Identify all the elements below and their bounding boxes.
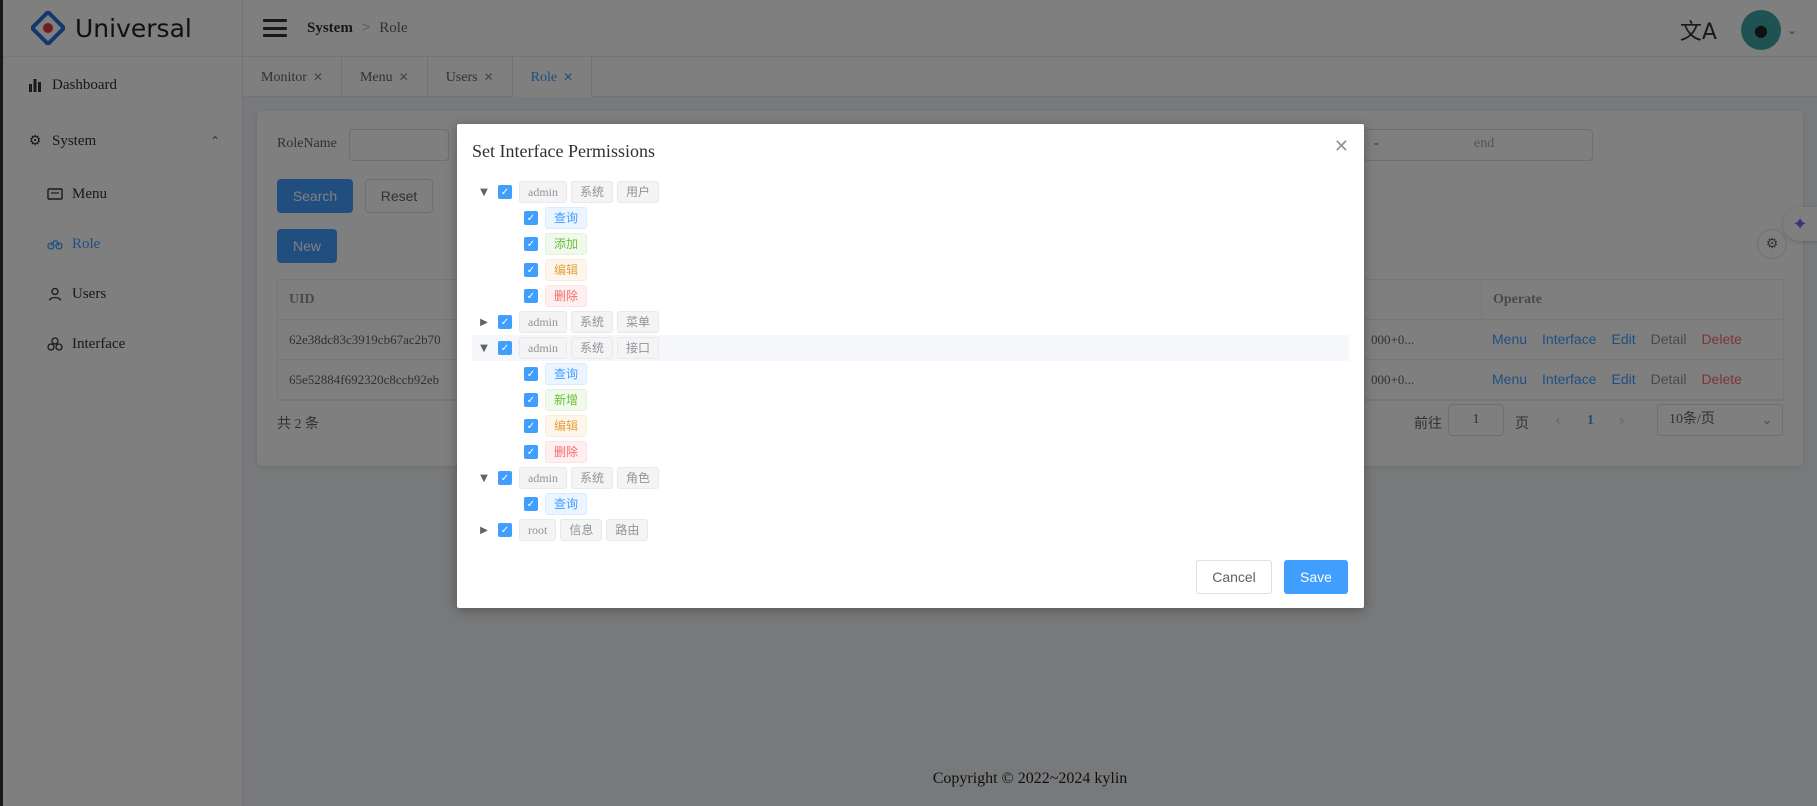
- checkbox-checked[interactable]: ✓: [498, 523, 512, 537]
- tree-node[interactable]: ▶ ✓ admin 系统 菜单: [472, 309, 1349, 335]
- tag: admin: [519, 467, 567, 489]
- tag: 编辑: [545, 415, 588, 437]
- tree-leaf[interactable]: ✓ 编辑: [472, 257, 1349, 283]
- caret-right-icon[interactable]: ▶: [476, 317, 492, 328]
- checkbox-checked[interactable]: ✓: [524, 211, 538, 225]
- tag: 菜单: [617, 311, 660, 333]
- checkbox-checked[interactable]: ✓: [524, 419, 538, 433]
- tag: 系统: [571, 311, 614, 333]
- tag: 添加: [545, 233, 588, 255]
- close-icon[interactable]: ✕: [1334, 136, 1349, 157]
- tag: 查询: [545, 363, 588, 385]
- tag: 删除: [545, 441, 588, 463]
- tag: admin: [519, 181, 567, 203]
- checkbox-checked[interactable]: ✓: [498, 471, 512, 485]
- checkbox-checked[interactable]: ✓: [524, 237, 538, 251]
- tag: 查询: [545, 207, 588, 229]
- tree-leaf[interactable]: ✓ 添加: [472, 231, 1349, 257]
- tag: 系统: [571, 337, 614, 359]
- checkbox-checked[interactable]: ✓: [498, 341, 512, 355]
- tag: 信息: [560, 519, 603, 541]
- caret-right-icon[interactable]: ▶: [476, 525, 492, 536]
- tree-leaf[interactable]: ✓ 查询: [472, 205, 1349, 231]
- caret-down-icon[interactable]: ▼: [476, 473, 492, 484]
- tree-leaf[interactable]: ✓ 新增: [472, 387, 1349, 413]
- permission-tree: ▼ ✓ admin 系统 用户 ✓ 查询 ✓ 添加 ✓ 编辑 ✓ 删除 ▶ ✓ …: [472, 179, 1349, 543]
- tag: 编辑: [545, 259, 588, 281]
- tree-leaf[interactable]: ✓ 查询: [472, 361, 1349, 387]
- tag: 新增: [545, 389, 588, 411]
- tag: 角色: [617, 467, 660, 489]
- tag: 删除: [545, 285, 588, 307]
- checkbox-checked[interactable]: ✓: [524, 393, 538, 407]
- tag: admin: [519, 337, 567, 359]
- cancel-button[interactable]: Cancel: [1196, 560, 1272, 594]
- tag: 系统: [571, 181, 614, 203]
- checkbox-checked[interactable]: ✓: [498, 315, 512, 329]
- checkbox-checked[interactable]: ✓: [524, 445, 538, 459]
- tag: 接口: [617, 337, 660, 359]
- tree-node[interactable]: ▼ ✓ admin 系统 用户: [472, 179, 1349, 205]
- tree-node[interactable]: ▼ ✓ admin 系统 接口: [472, 335, 1349, 361]
- tag: 系统: [571, 467, 614, 489]
- tree-node[interactable]: ▼ ✓ admin 系统 角色: [472, 465, 1349, 491]
- tree-leaf[interactable]: ✓ 删除: [472, 283, 1349, 309]
- checkbox-checked[interactable]: ✓: [524, 497, 538, 511]
- tag: admin: [519, 311, 567, 333]
- tag: 用户: [617, 181, 660, 203]
- caret-down-icon[interactable]: ▼: [476, 343, 492, 354]
- dialog-title: Set Interface Permissions: [472, 141, 655, 161]
- save-button[interactable]: Save: [1284, 560, 1348, 594]
- tag: 查询: [545, 493, 588, 515]
- checkbox-checked[interactable]: ✓: [498, 185, 512, 199]
- checkbox-checked[interactable]: ✓: [524, 289, 538, 303]
- tag: root: [519, 519, 557, 541]
- tree-leaf[interactable]: ✓ 查询: [472, 491, 1349, 517]
- checkbox-checked[interactable]: ✓: [524, 263, 538, 277]
- tag: 路由: [606, 519, 649, 541]
- checkbox-checked[interactable]: ✓: [524, 367, 538, 381]
- caret-down-icon[interactable]: ▼: [476, 187, 492, 198]
- tree-leaf[interactable]: ✓ 删除: [472, 439, 1349, 465]
- set-interface-permissions-dialog: Set Interface Permissions ✕ ▼ ✓ admin 系统…: [457, 124, 1364, 608]
- tree-leaf[interactable]: ✓ 编辑: [472, 413, 1349, 439]
- tree-node[interactable]: ▶ ✓ root 信息 路由: [472, 517, 1349, 543]
